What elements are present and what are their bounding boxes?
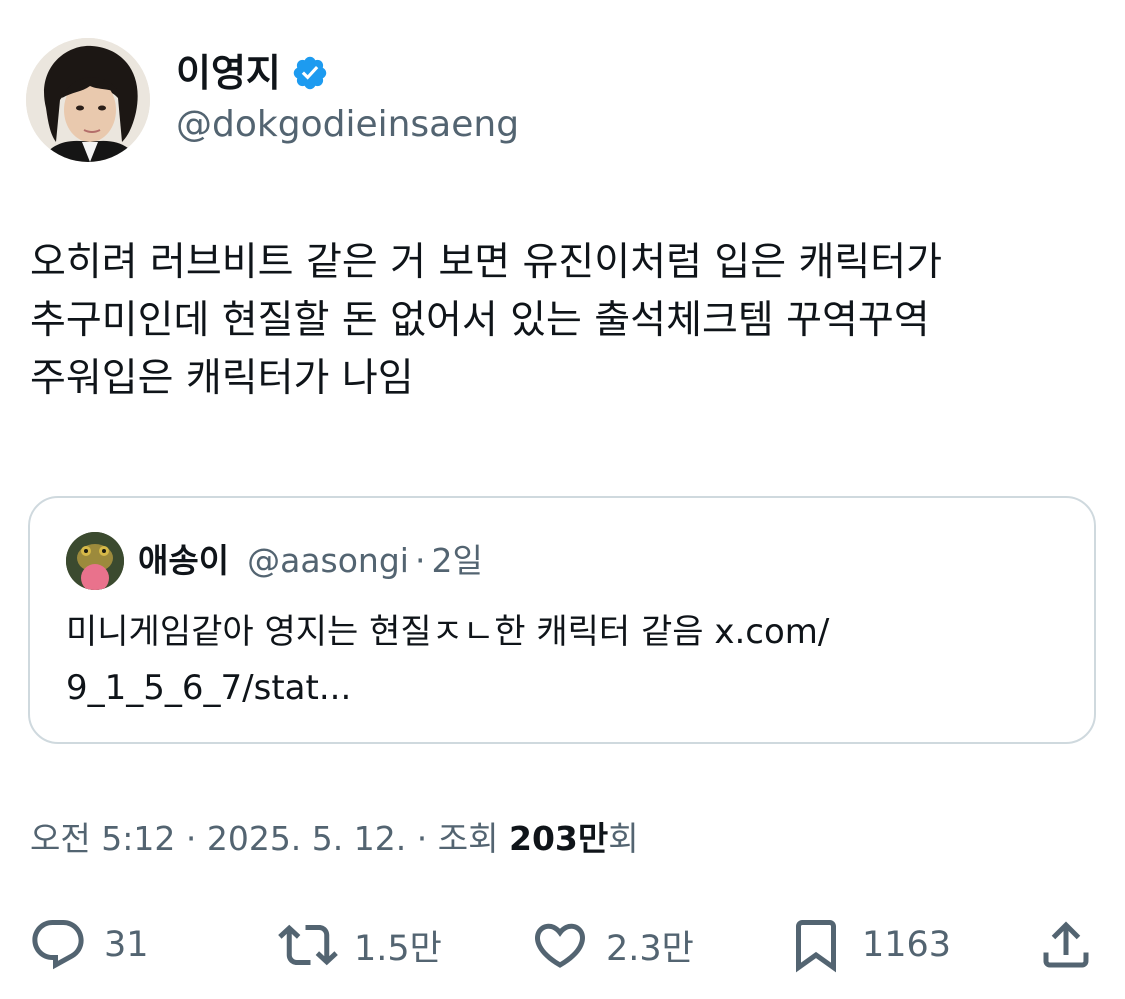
- retweet-button[interactable]: 1.5만: [278, 910, 442, 980]
- tweet-time[interactable]: 오전 5:12: [30, 819, 175, 858]
- quote-author-avatar[interactable]: [66, 532, 124, 590]
- share-icon: [1036, 915, 1096, 975]
- like-icon: [530, 915, 590, 975]
- author-avatar[interactable]: [26, 38, 150, 162]
- tweet-text: 오히려 러브비트 같은 거 보면 유진이처럼 입은 캐릭터가 추구미인데 현질할…: [30, 240, 943, 401]
- share-button[interactable]: [1036, 910, 1096, 980]
- reply-button[interactable]: 31: [28, 910, 149, 980]
- bookmark-button[interactable]: 1163: [786, 910, 951, 980]
- like-count: 2.3만: [606, 928, 694, 969]
- meta-separator-1: ·: [185, 819, 197, 858]
- bookmark-count: 1163: [862, 925, 952, 965]
- views-label: 조회: [437, 819, 499, 858]
- author-display-name-text: 이영지: [176, 51, 281, 95]
- meta-separator-2: ·: [416, 819, 428, 858]
- quote-author-name[interactable]: 애송이: [138, 538, 229, 584]
- quote-avatar-image: [66, 532, 124, 590]
- quote-separator: ·: [414, 541, 426, 580]
- verified-badge-icon[interactable]: [291, 54, 329, 92]
- author-avatar-image: [26, 38, 150, 162]
- quote-header: 애송이 @aasongi · 2일: [138, 538, 483, 584]
- bookmark-icon: [786, 915, 846, 975]
- views-count: 203만: [508, 819, 609, 858]
- tweet-meta: 오전 5:12 · 2025. 5. 12. · 조회 203만회: [30, 816, 639, 862]
- author-handle[interactable]: @dokgodieinsaeng: [176, 103, 519, 147]
- retweet-count: 1.5만: [354, 928, 442, 969]
- tweet-date[interactable]: 2025. 5. 12.: [207, 819, 406, 858]
- reply-icon: [28, 915, 88, 975]
- like-button[interactable]: 2.3만: [530, 910, 694, 980]
- quote-tweet-text: 미니게임같아 영지는 현질ㅈㄴ한 캐릭터 같음 x.com/ 9_1_5_6_7…: [66, 612, 830, 708]
- retweet-icon: [278, 915, 338, 975]
- views-suffix: 회: [608, 819, 639, 858]
- quote-tweet-card[interactable]: 애송이 @aasongi · 2일 미니게임같아 영지는 현질ㅈㄴ한 캐릭터 같…: [28, 496, 1096, 744]
- quote-timestamp[interactable]: 2일: [431, 538, 482, 584]
- reply-count: 31: [104, 925, 149, 965]
- action-bar: 31 1.5만 2.3만 1163: [0, 910, 1125, 980]
- quote-author-handle[interactable]: @aasongi: [247, 538, 409, 584]
- author-display-name[interactable]: 이영지: [176, 50, 329, 96]
